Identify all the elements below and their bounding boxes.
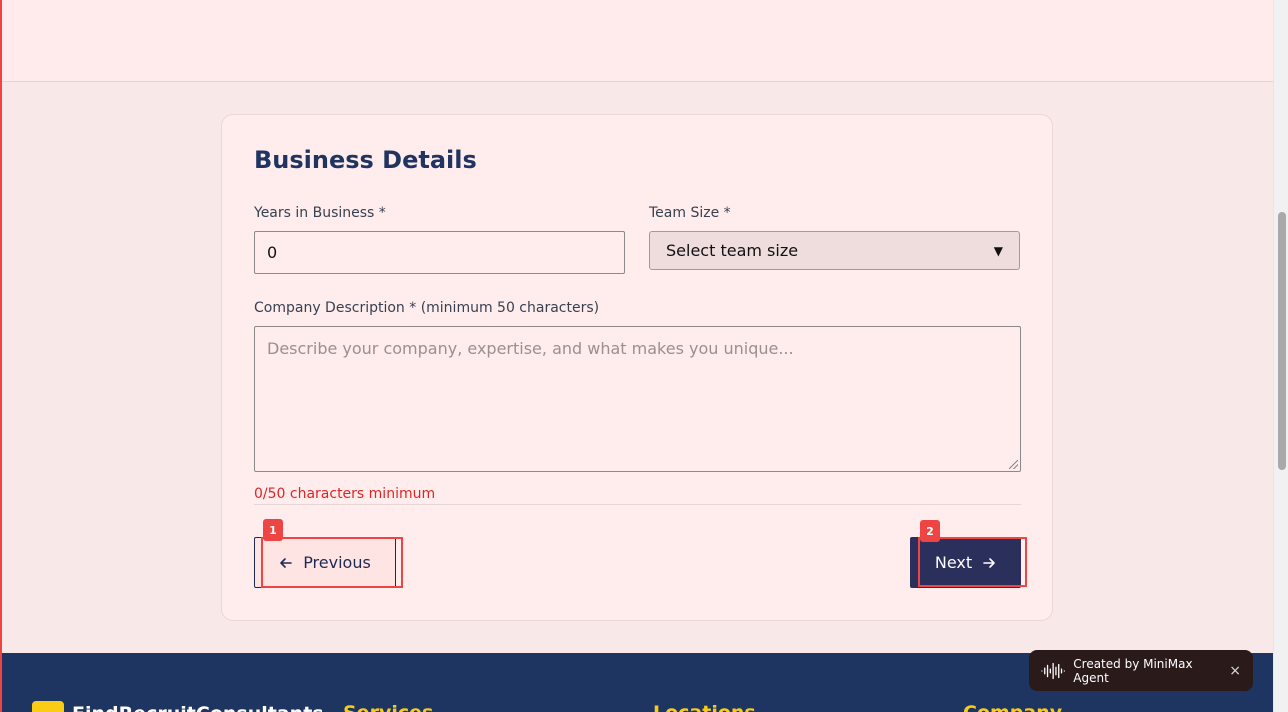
previous-label: Previous — [303, 553, 371, 572]
header-area — [2, 0, 1273, 82]
arrow-right-icon — [983, 557, 995, 568]
highlight-tag-2: 2 — [920, 520, 940, 542]
footer-heading-services: Services — [343, 702, 433, 712]
business-details-card: Business Details Years in Business * 0 T… — [221, 114, 1053, 621]
next-button[interactable]: Next — [910, 537, 1021, 588]
logo-icon — [32, 701, 64, 712]
next-label: Next — [934, 553, 973, 572]
footer-brand: FindRecruitConsultants — [72, 703, 324, 712]
years-in-business-input[interactable]: 0 — [254, 231, 625, 274]
scrollbar[interactable] — [1273, 0, 1288, 712]
footer-heading-locations: Locations — [653, 702, 756, 712]
waveform-icon — [1041, 662, 1065, 679]
footer-heading-company: Company — [963, 702, 1062, 712]
description-label: Company Description * (minimum 50 charac… — [254, 300, 600, 316]
years-label: Years in Business * — [254, 205, 386, 221]
team-size-label: Team Size * — [649, 205, 731, 221]
company-description-textarea[interactable]: Describe your company, expertise, and wh… — [254, 326, 1021, 472]
team-size-value: Select team size — [666, 241, 799, 260]
years-value: 0 — [267, 243, 278, 262]
highlight-tag-1: 1 — [263, 519, 283, 541]
arrow-left-icon — [280, 557, 292, 568]
character-counter: 0/50 characters minimum — [254, 486, 436, 502]
minimax-badge[interactable]: Created by MiniMax Agent × — [1029, 650, 1253, 691]
page-edge — [0, 0, 2, 712]
badge-text: Created by MiniMax Agent — [1073, 656, 1193, 685]
divider — [254, 504, 1021, 505]
resize-handle-icon[interactable] — [1009, 460, 1018, 469]
scrollbar-thumb[interactable] — [1278, 212, 1286, 470]
team-size-select[interactable]: Select team size ▼ — [649, 231, 1020, 270]
previous-button[interactable]: Previous — [254, 537, 396, 588]
close-icon[interactable]: × — [1229, 663, 1241, 679]
section-title: Business Details — [254, 146, 477, 174]
description-placeholder: Describe your company, expertise, and wh… — [267, 339, 794, 358]
chevron-down-icon: ▼ — [993, 243, 1003, 258]
